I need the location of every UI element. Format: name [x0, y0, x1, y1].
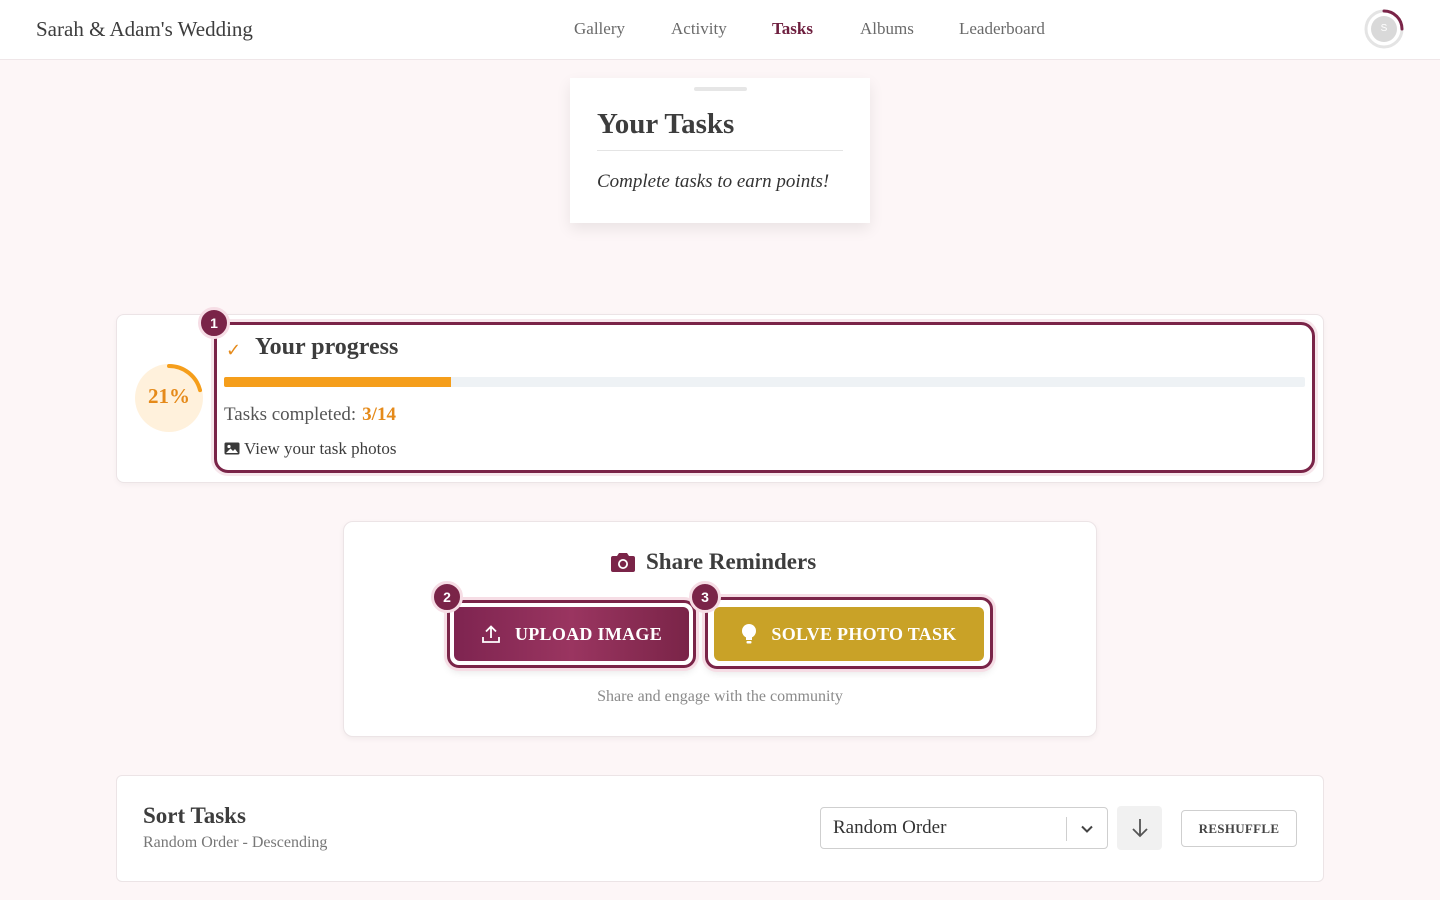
sort-order-select[interactable]: Random Order [820, 807, 1108, 849]
main-nav: Gallery Activity Tasks Albums Leaderboar… [0, 19, 1440, 41]
view-task-photos-link[interactable]: View your task photos [224, 439, 396, 460]
check-icon: ✓ [226, 340, 242, 361]
card-handle [694, 87, 747, 91]
upload-image-label: UPLOAD IMAGE [514, 623, 663, 644]
user-avatar-menu[interactable]: S [1363, 8, 1405, 50]
tour-step-badge: 3 [689, 581, 721, 613]
lightbulb-icon [741, 623, 757, 645]
tour-step-badge: 1 [198, 307, 230, 339]
reshuffle-button[interactable]: RESHUFFLE [1181, 810, 1297, 847]
chevron-down-icon [1081, 825, 1093, 833]
tasks-completed-count: 3/14 [362, 404, 396, 425]
select-separator [1066, 817, 1067, 841]
camera-icon [611, 553, 635, 572]
avatar: S [1371, 16, 1397, 42]
tasks-completed-label: Tasks completed: [224, 404, 357, 425]
share-subtitle: Share and engage with the community [597, 688, 843, 705]
top-nav-bar: Sarah & Adam's Wedding Gallery Activity … [0, 0, 1440, 60]
share-reminders-title: Share Reminders [646, 549, 817, 574]
solve-photo-task-label: SOLVE PHOTO TASK [771, 623, 957, 644]
progress-bar-fill [224, 377, 451, 387]
view-task-photos-label: View your task photos [244, 439, 397, 458]
nav-gallery[interactable]: Gallery [574, 19, 625, 39]
nav-activity[interactable]: Activity [671, 19, 727, 39]
sort-order-value: Random Order [833, 817, 947, 838]
sort-direction-button[interactable] [1117, 806, 1162, 850]
upload-image-button[interactable]: UPLOAD IMAGE [454, 607, 689, 661]
divider [597, 150, 843, 151]
progress-title: Your progress [255, 334, 399, 360]
nav-albums[interactable]: Albums [860, 19, 914, 39]
upload-icon [481, 624, 501, 644]
arrow-down-icon [1132, 819, 1148, 838]
tour-step-badge: 2 [431, 581, 463, 613]
nav-tasks[interactable]: Tasks [772, 19, 813, 39]
image-icon [224, 440, 240, 460]
sort-tasks-subtitle: Random Order - Descending [143, 834, 328, 851]
tasks-completed: Tasks completed: 3/14 [224, 404, 396, 426]
progress-bar [224, 377, 1305, 387]
nav-leaderboard[interactable]: Leaderboard [959, 19, 1045, 39]
page-subtitle: Complete tasks to earn points! [597, 171, 830, 192]
progress-percent: 21% [148, 384, 190, 408]
page-title-card: Your Tasks Complete tasks to earn points… [570, 78, 870, 223]
page-title: Your Tasks [597, 108, 735, 140]
sort-tasks-title: Sort Tasks [143, 803, 246, 828]
solve-photo-task-button[interactable]: SOLVE PHOTO TASK [714, 607, 984, 661]
